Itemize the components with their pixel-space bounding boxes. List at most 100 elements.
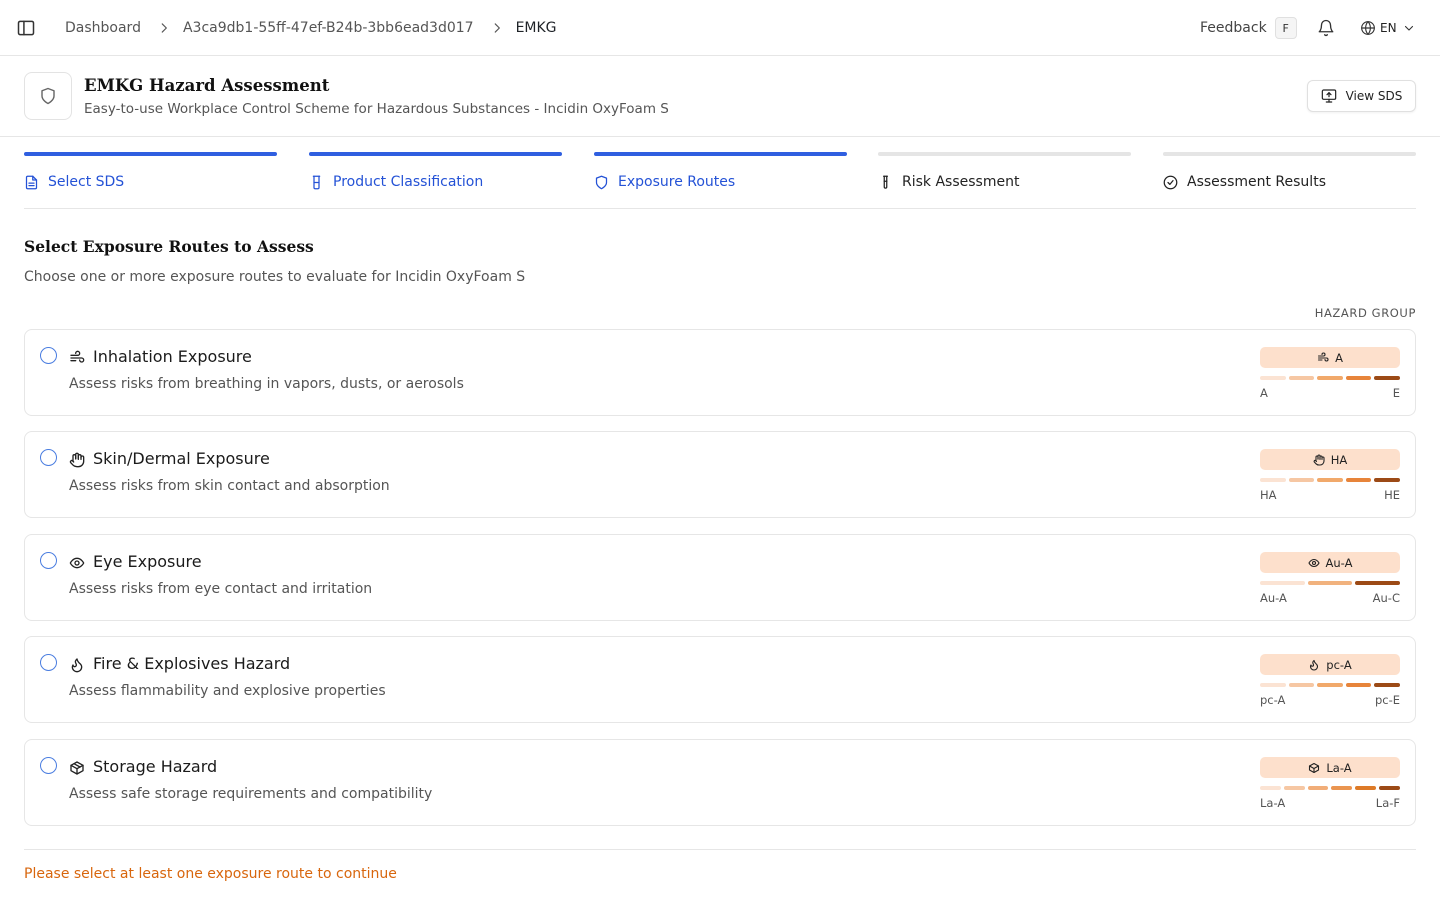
hazard-scale-segment bbox=[1355, 786, 1377, 790]
scale-min-label: pc-A bbox=[1260, 693, 1286, 707]
feedback-label: Feedback bbox=[1200, 20, 1267, 36]
hazard-scale-segment bbox=[1288, 376, 1315, 380]
language-label: EN bbox=[1380, 21, 1397, 35]
hazard-group-column-label: HAZARD GROUP bbox=[1314, 306, 1416, 320]
wind-icon bbox=[1317, 351, 1335, 364]
hazard-group-indicator: A A E bbox=[1260, 347, 1400, 400]
sidebar-toggle-icon[interactable] bbox=[16, 18, 36, 38]
step-product-classification[interactable]: Product Classification bbox=[309, 152, 562, 196]
language-selector[interactable]: EN bbox=[1360, 16, 1419, 40]
breadcrumb-current: EMKG bbox=[515, 20, 557, 36]
hazard-scale-segment bbox=[1307, 786, 1329, 790]
hazard-scale-segment bbox=[1283, 786, 1305, 790]
hazard-group-badge: La-A bbox=[1260, 757, 1400, 778]
feedback-shortcut-key: F bbox=[1274, 17, 1297, 39]
route-title: Storage Hazard bbox=[93, 757, 218, 776]
hazard-group-scale bbox=[1260, 478, 1400, 482]
footer-divider bbox=[24, 849, 1416, 850]
hazard-scale-segment bbox=[1260, 786, 1281, 790]
shield-icon bbox=[594, 175, 618, 190]
hazard-group-value: A bbox=[1335, 350, 1343, 365]
hazard-scale-segment bbox=[1317, 478, 1343, 482]
hazard-group-badge: A bbox=[1260, 347, 1400, 368]
step-label: Select SDS bbox=[48, 174, 125, 190]
hazard-scale-segment bbox=[1260, 478, 1286, 482]
step-label: Product Classification bbox=[333, 174, 484, 190]
monitor-upload-icon bbox=[1321, 88, 1346, 104]
wind-icon bbox=[69, 350, 85, 366]
step-label: Exposure Routes bbox=[618, 174, 736, 190]
hazard-scale-segment bbox=[1374, 376, 1400, 380]
eye-icon bbox=[69, 555, 85, 571]
hazard-scale-segment bbox=[1374, 683, 1400, 687]
route-card-storage[interactable]: Storage Hazard Assess safe storage requi… bbox=[24, 739, 1416, 826]
step-assessment-results[interactable]: Assessment Results bbox=[1163, 152, 1416, 196]
hazard-group-scale bbox=[1260, 683, 1400, 687]
route-card-inhalation[interactable]: Inhalation Exposure Assess risks from br… bbox=[24, 329, 1416, 416]
page-title: EMKG Hazard Assessment bbox=[84, 76, 330, 95]
step-exposure-routes[interactable]: Exposure Routes bbox=[594, 152, 847, 196]
route-title: Eye Exposure bbox=[93, 552, 202, 571]
route-checkbox[interactable] bbox=[40, 757, 57, 774]
breadcrumb-dashboard[interactable]: Dashboard bbox=[65, 20, 141, 36]
hazard-group-indicator: Au-A Au-A Au-C bbox=[1260, 552, 1401, 605]
hazard-group-badge: Au-A bbox=[1260, 552, 1400, 573]
scale-max-label: La-F bbox=[1375, 796, 1400, 810]
scale-min-label: HA bbox=[1260, 488, 1277, 502]
step-select-sds[interactable]: Select SDS bbox=[24, 152, 277, 196]
top-bar: Dashboard A3ca9db1-55ff-47ef-B24b-3bb6ea… bbox=[0, 0, 1440, 56]
hazard-group-value: Au-A bbox=[1325, 555, 1353, 570]
hazard-scale-segment bbox=[1288, 478, 1315, 482]
scale-min-label: Au-A bbox=[1260, 591, 1287, 605]
breadcrumb: Dashboard A3ca9db1-55ff-47ef-B24b-3bb6ea… bbox=[65, 0, 557, 56]
route-card-skin-dermal[interactable]: Skin/Dermal Exposure Assess risks from s… bbox=[24, 431, 1416, 518]
breadcrumb-document-id[interactable]: A3ca9db1-55ff-47ef-B24b-3bb6ead3d017 bbox=[183, 20, 474, 36]
view-sds-label: View SDS bbox=[1345, 89, 1403, 103]
check-circle-icon bbox=[1163, 175, 1187, 190]
route-checkbox[interactable] bbox=[40, 449, 57, 466]
hazard-group-badge: HA bbox=[1260, 449, 1400, 470]
route-title: Inhalation Exposure bbox=[93, 347, 252, 366]
feedback-button[interactable]: Feedback F bbox=[1200, 16, 1297, 40]
stepper: Select SDS Product Classification Exposu… bbox=[24, 152, 1416, 209]
flask-icon bbox=[309, 175, 333, 190]
flame-icon bbox=[69, 657, 85, 673]
step-progress-bar bbox=[594, 152, 847, 156]
route-title: Fire & Explosives Hazard bbox=[93, 654, 291, 673]
hazard-group-indicator: pc-A pc-A pc-E bbox=[1260, 654, 1400, 707]
section-description: Choose one or more exposure routes to ev… bbox=[24, 269, 526, 285]
hazard-group-scale bbox=[1260, 786, 1400, 790]
view-sds-button[interactable]: View SDS bbox=[1307, 80, 1416, 112]
hand-icon bbox=[1313, 453, 1331, 466]
step-progress-bar bbox=[24, 152, 277, 156]
route-checkbox[interactable] bbox=[40, 552, 57, 569]
step-progress-bar bbox=[1163, 152, 1416, 156]
hazard-group-value: pc-A bbox=[1326, 657, 1352, 672]
hazard-group-scale bbox=[1260, 581, 1401, 585]
hazard-group-indicator: La-A La-A La-F bbox=[1260, 757, 1400, 810]
hand-icon bbox=[69, 452, 85, 468]
route-checkbox[interactable] bbox=[40, 347, 57, 364]
package-icon bbox=[1308, 762, 1326, 774]
scale-min-label: La-A bbox=[1260, 796, 1286, 810]
step-risk-assessment[interactable]: Risk Assessment bbox=[878, 152, 1131, 196]
route-card-fire-explosives[interactable]: Fire & Explosives Hazard Assess flammabi… bbox=[24, 636, 1416, 723]
route-card-eye[interactable]: Eye Exposure Assess risks from eye conta… bbox=[24, 534, 1416, 621]
scale-min-label: A bbox=[1260, 386, 1268, 400]
step-label: Assessment Results bbox=[1187, 174, 1326, 190]
globe-icon bbox=[1360, 20, 1380, 36]
hazard-scale-segment bbox=[1355, 581, 1401, 585]
test-tube-icon bbox=[878, 175, 902, 190]
package-icon bbox=[69, 760, 85, 776]
document-icon bbox=[24, 175, 48, 190]
hazard-group-scale bbox=[1260, 376, 1400, 380]
bell-icon[interactable] bbox=[1317, 19, 1335, 37]
eye-icon bbox=[1307, 557, 1326, 569]
route-description: Assess flammability and explosive proper… bbox=[69, 683, 386, 699]
scale-max-label: E bbox=[1392, 386, 1400, 400]
hazard-scale-segment bbox=[1260, 581, 1305, 585]
hazard-scale-segment bbox=[1307, 581, 1353, 585]
route-checkbox[interactable] bbox=[40, 654, 57, 671]
hazard-group-value: HA bbox=[1330, 452, 1348, 467]
hazard-group-badge: pc-A bbox=[1260, 654, 1400, 675]
